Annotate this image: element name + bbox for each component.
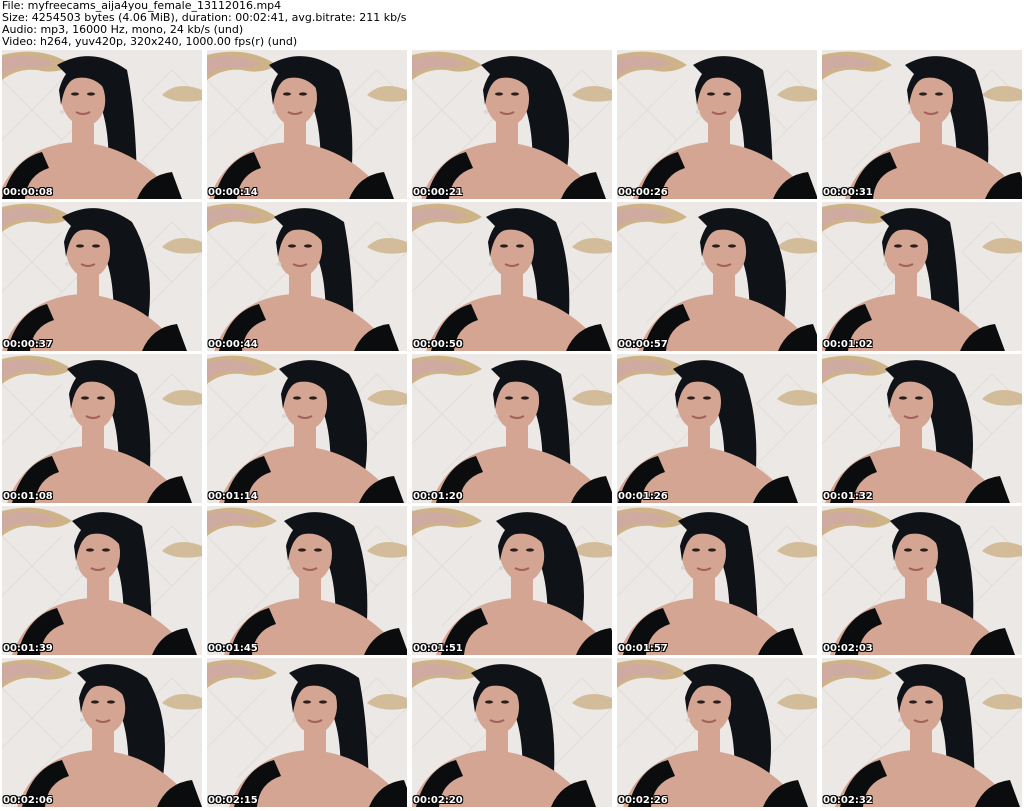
frame-image [207,50,407,199]
frame-image [207,506,407,655]
frame-timestamp: 00:02:06 [3,795,53,806]
frame-image [2,50,202,199]
frame-image [822,658,1022,807]
video-frame-thumbnail: 00:02:20 [412,658,612,807]
frame-timestamp: 00:01:32 [823,491,873,502]
video-frame-thumbnail: 00:00:08 [2,50,202,199]
frame-timestamp: 00:01:57 [618,643,668,654]
frame-timestamp: 00:01:20 [413,491,463,502]
video-frame-thumbnail: 00:01:51 [412,506,612,655]
frame-image [822,202,1022,351]
frame-image [822,50,1022,199]
video-frame-thumbnail: 00:01:32 [822,354,1022,503]
frame-image [617,50,817,199]
frame-timestamp: 00:01:02 [823,339,873,350]
frame-image [2,506,202,655]
frame-image [207,658,407,807]
video-info-line: Video: h264, yuv420p, 320x240, 1000.00 f… [2,35,298,48]
video-frame-thumbnail: 00:01:20 [412,354,612,503]
frame-timestamp: 00:00:50 [413,339,463,350]
frame-image [2,354,202,503]
frame-timestamp: 00:00:14 [208,187,258,198]
frame-timestamp: 00:02:20 [413,795,463,806]
frame-timestamp: 00:01:51 [413,643,463,654]
video-frame-thumbnail: 00:00:44 [207,202,407,351]
frame-timestamp: 00:00:44 [208,339,258,350]
frame-image [207,202,407,351]
frame-timestamp: 00:01:08 [3,491,53,502]
video-frame-thumbnail: 00:02:06 [2,658,202,807]
frame-timestamp: 00:02:03 [823,643,873,654]
frame-timestamp: 00:01:14 [208,491,258,502]
video-frame-thumbnail: 00:01:02 [822,202,1022,351]
thumbnail-grid: 00:00:08 00:00:14 00:00:21 00:00:26 00:00:31… [2,50,1022,810]
frame-timestamp: 00:02:32 [823,795,873,806]
frame-image [207,354,407,503]
frame-image [412,506,612,655]
frame-image [822,354,1022,503]
frame-image [617,658,817,807]
frame-timestamp: 00:00:26 [618,187,668,198]
video-frame-thumbnail: 00:01:39 [2,506,202,655]
video-frame-thumbnail: 00:01:45 [207,506,407,655]
video-frame-thumbnail: 00:02:15 [207,658,407,807]
video-info-header: File: myfreecams_aija4you_female_1311201… [2,0,1022,50]
video-frame-thumbnail: 00:01:26 [617,354,817,503]
video-frame-thumbnail: 00:01:08 [2,354,202,503]
frame-timestamp: 00:01:45 [208,643,258,654]
frame-timestamp: 00:00:08 [3,187,53,198]
frame-timestamp: 00:00:31 [823,187,873,198]
video-frame-thumbnail: 00:01:57 [617,506,817,655]
frame-timestamp: 00:02:15 [208,795,258,806]
video-frame-thumbnail: 00:02:26 [617,658,817,807]
frame-timestamp: 00:01:39 [3,643,53,654]
frame-timestamp: 00:00:37 [3,339,53,350]
frame-image [2,202,202,351]
video-frame-thumbnail: 00:00:31 [822,50,1022,199]
video-frame-thumbnail: 00:00:50 [412,202,612,351]
frame-image [2,658,202,807]
video-frame-thumbnail: 00:02:03 [822,506,1022,655]
video-frame-thumbnail: 00:00:57 [617,202,817,351]
video-frame-thumbnail: 00:00:26 [617,50,817,199]
video-frame-thumbnail: 00:00:14 [207,50,407,199]
frame-timestamp: 00:01:26 [618,491,668,502]
video-frame-thumbnail: 00:02:32 [822,658,1022,807]
frame-image [412,354,612,503]
frame-image [617,506,817,655]
frame-image [617,354,817,503]
frame-image [822,506,1022,655]
video-frame-thumbnail: 00:01:14 [207,354,407,503]
frame-timestamp: 00:02:26 [618,795,668,806]
frame-image [617,202,817,351]
frame-timestamp: 00:00:57 [618,339,668,350]
video-frame-thumbnail: 00:00:21 [412,50,612,199]
frame-image [412,50,612,199]
frame-timestamp: 00:00:21 [413,187,463,198]
frame-image [412,658,612,807]
frame-image [412,202,612,351]
video-frame-thumbnail: 00:00:37 [2,202,202,351]
